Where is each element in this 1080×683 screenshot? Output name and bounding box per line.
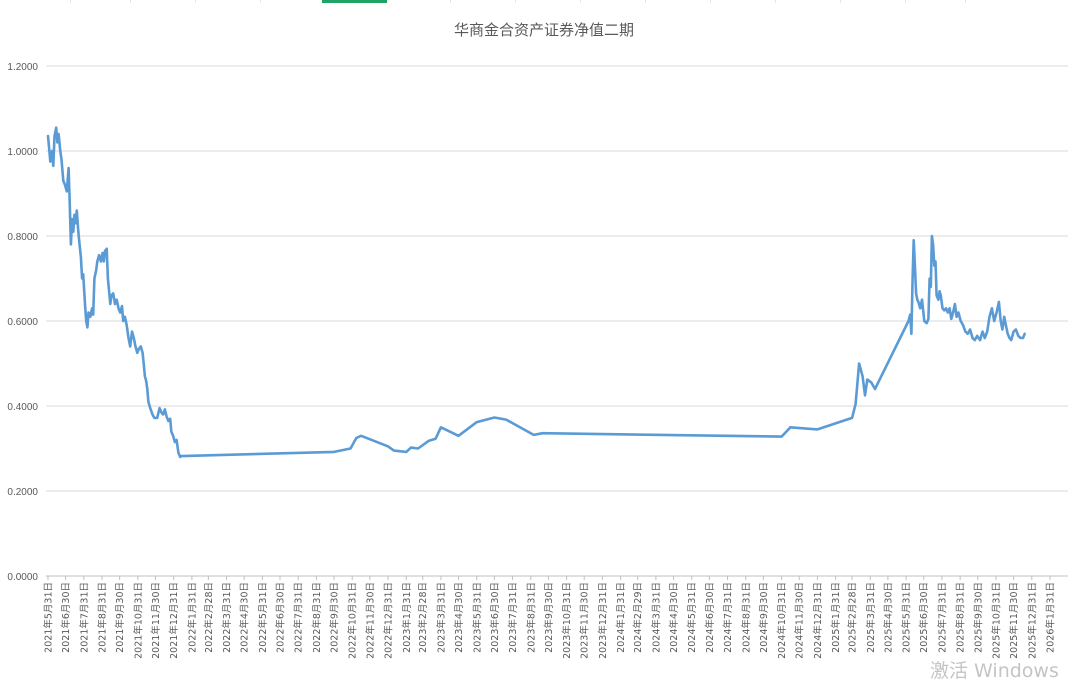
x-tick-label: 2024年1月31日 bbox=[615, 582, 627, 653]
x-tick-label: 2025年11月30日 bbox=[1008, 582, 1020, 659]
x-axis: 2021年5月31日 2021年6月30日 2021年7月31日 2021年8月31日… bbox=[43, 576, 1057, 659]
x-tick-label: 2026年1月31日 bbox=[1045, 582, 1057, 653]
x-tick-label: 2024年4月30日 bbox=[668, 582, 680, 653]
nav-line-chart: 0.0000 0.2000 0.4000 0.6000 0.8000 1.0000 1.20… bbox=[7, 21, 1068, 659]
x-tick-label: 2024年9月30日 bbox=[758, 582, 770, 653]
activation-watermark: 激活 Windows bbox=[930, 660, 1059, 682]
x-tick-label: 2023年3月31日 bbox=[435, 582, 447, 653]
x-tick-label: 2022年8月31日 bbox=[311, 582, 323, 653]
x-tick-label: 2024年11月30日 bbox=[794, 582, 806, 659]
x-tick-label: 2021年12月31日 bbox=[168, 582, 180, 659]
x-tick-label: 2022年2月28日 bbox=[203, 582, 215, 653]
x-tick-label: 2022年5月31日 bbox=[257, 582, 269, 653]
x-tick-label: 2021年6月30日 bbox=[60, 582, 72, 653]
x-tick-label: 2024年3月31日 bbox=[650, 582, 662, 653]
x-tick-label: 2024年7月31日 bbox=[722, 582, 734, 653]
x-tick-label: 2021年7月31日 bbox=[78, 582, 90, 653]
x-tick-label: 2025年1月31日 bbox=[830, 582, 842, 653]
x-tick-label: 2022年11月30日 bbox=[364, 582, 376, 659]
x-tick-label: 2025年12月31日 bbox=[1026, 582, 1038, 659]
x-tick-label: 2022年9月30日 bbox=[329, 582, 341, 653]
x-tick-label: 2025年8月31日 bbox=[955, 582, 967, 653]
x-tick-label: 2021年9月30日 bbox=[114, 582, 126, 653]
x-tick-label: 2023年1月31日 bbox=[401, 582, 413, 653]
x-tick-label: 2024年5月31日 bbox=[686, 582, 698, 653]
x-tick-label: 2025年5月31日 bbox=[901, 582, 913, 653]
x-tick-label: 2023年2月28日 bbox=[417, 582, 429, 653]
x-tick-label: 2023年5月31日 bbox=[471, 582, 483, 653]
y-tick-label: 0.6000 bbox=[7, 317, 38, 328]
x-tick-label: 2025年3月31日 bbox=[865, 582, 877, 653]
x-tick-label: 2024年2月29日 bbox=[632, 582, 644, 653]
y-tick-label: 1.2000 bbox=[7, 62, 38, 73]
x-tick-label: 2023年7月31日 bbox=[507, 582, 519, 653]
x-tick-label: 2023年6月30日 bbox=[489, 582, 501, 653]
x-tick-label: 2022年3月31日 bbox=[221, 582, 233, 653]
x-tick-label: 2022年1月31日 bbox=[186, 582, 198, 653]
x-tick-label: 2023年4月30日 bbox=[453, 582, 465, 653]
y-tick-label: 0.4000 bbox=[7, 402, 38, 413]
x-tick-label: 2022年12月31日 bbox=[383, 582, 395, 659]
x-tick-label: 2025年2月28日 bbox=[847, 582, 859, 653]
x-tick-label: 2025年7月31日 bbox=[936, 582, 948, 653]
x-tick-label: 2024年12月31日 bbox=[812, 582, 824, 659]
x-tick-label: 2021年8月31日 bbox=[97, 582, 109, 653]
y-tick-label: 1.0000 bbox=[7, 147, 38, 158]
y-tick-label: 0.8000 bbox=[7, 232, 38, 243]
x-tick-label: 2025年6月30日 bbox=[918, 582, 930, 653]
y-tick-label: 0.2000 bbox=[7, 487, 38, 498]
x-tick-label: 2023年9月30日 bbox=[543, 582, 555, 653]
chart-title: 华商金合资产证券净值二期 bbox=[454, 21, 634, 39]
y-axis: 0.0000 0.2000 0.4000 0.6000 0.8000 1.0000 1.20… bbox=[7, 62, 38, 583]
x-tick-label: 2025年10月31日 bbox=[990, 582, 1002, 659]
x-tick-label: 2023年8月31日 bbox=[525, 582, 537, 653]
x-tick-label: 2021年5月31日 bbox=[43, 582, 55, 653]
x-tick-label: 2021年10月31日 bbox=[132, 582, 144, 659]
x-tick-label: 2023年11月30日 bbox=[579, 582, 591, 659]
x-tick-label: 2023年10月31日 bbox=[561, 582, 573, 659]
x-tick-label: 2021年11月30日 bbox=[150, 582, 162, 659]
nav-series-line bbox=[46, 126, 1026, 459]
x-tick-label: 2025年4月30日 bbox=[882, 582, 894, 653]
x-tick-label: 2023年12月31日 bbox=[597, 582, 609, 659]
x-tick-label: 2024年8月31日 bbox=[740, 582, 752, 653]
x-tick-label: 2024年10月31日 bbox=[776, 582, 788, 659]
y-tick-label: 0.0000 bbox=[7, 572, 38, 583]
x-tick-label: 2025年9月30日 bbox=[972, 582, 984, 653]
x-tick-label: 2022年7月31日 bbox=[293, 582, 305, 653]
x-tick-label: 2024年6月30日 bbox=[704, 582, 716, 653]
x-tick-label: 2022年6月30日 bbox=[274, 582, 286, 653]
x-tick-label: 2022年10月31日 bbox=[347, 582, 359, 659]
x-tick-label: 2022年4月30日 bbox=[239, 582, 251, 653]
gridlines bbox=[46, 65, 1068, 577]
